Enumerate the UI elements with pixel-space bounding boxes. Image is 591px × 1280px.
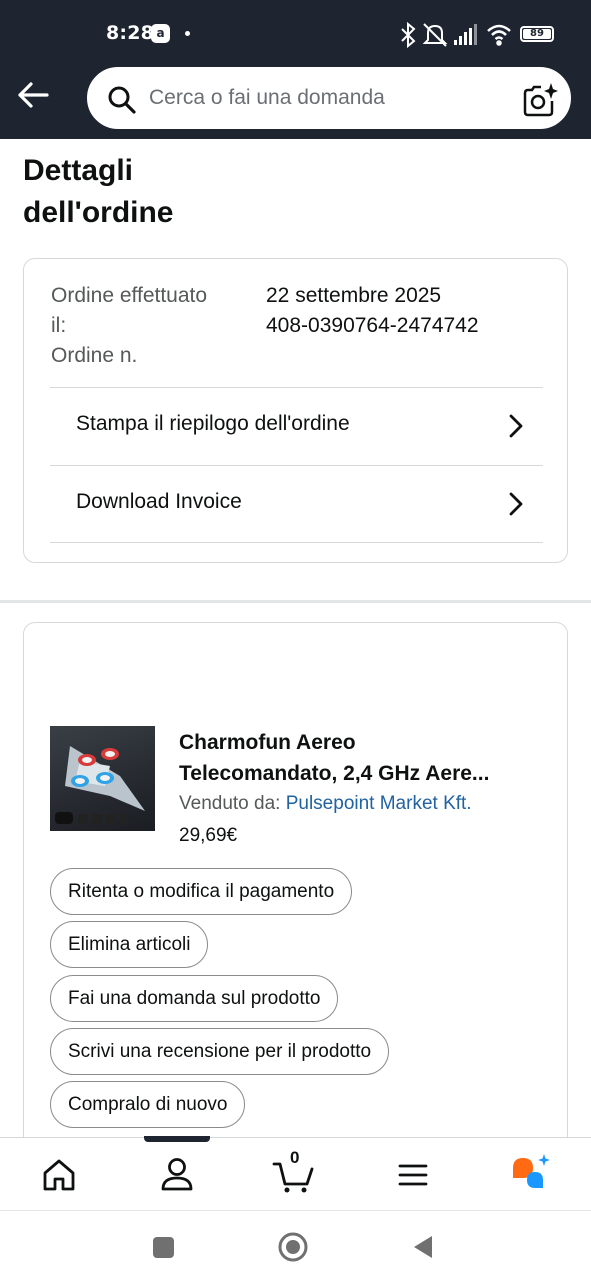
active-tab-indicator	[144, 1136, 210, 1142]
order-number-label: Ordine n.	[51, 344, 138, 367]
bluetooth-icon	[401, 22, 416, 48]
notification-app-icon: a	[151, 24, 170, 43]
search-input[interactable]: Cerca o fai una domanda	[149, 86, 385, 110]
print-summary-label: Stampa il riepilogo dell'ordine	[76, 412, 350, 435]
recents-icon[interactable]	[147, 1231, 179, 1263]
search-bar[interactable]: Cerca o fai una domanda	[85, 65, 573, 131]
product-title-line1: Charmofun Aereo	[179, 731, 356, 754]
product-image[interactable]	[50, 726, 155, 831]
search-icon	[108, 86, 136, 114]
order-labels: Ordine effettuato il: Ordine n.	[51, 281, 221, 371]
back-system-icon[interactable]	[408, 1231, 440, 1263]
app-header: 8:28 a 89 Cerca o fai una domanda	[0, 0, 591, 139]
order-date-label: Ordine effettuato il:	[51, 284, 208, 337]
chevron-right-icon	[509, 414, 523, 438]
home-system-icon[interactable]	[277, 1231, 309, 1263]
seller-link[interactable]: Pulsepoint Market Kft.	[286, 793, 472, 814]
retry-payment-button[interactable]: Ritenta o modifica il pagamento	[50, 868, 353, 915]
system-navigation-bar	[0, 1210, 591, 1280]
section-divider	[0, 600, 591, 603]
order-values: 22 settembre 2025 408-0390764-2474742	[266, 281, 479, 341]
cart-count: 0	[290, 1148, 300, 1167]
print-summary-link[interactable]: Stampa il riepilogo dell'ordine	[50, 388, 543, 464]
buy-again-button[interactable]: Compralo di nuovo	[50, 1081, 246, 1128]
status-time: 8:28	[106, 22, 155, 44]
account-icon[interactable]	[154, 1152, 200, 1198]
wifi-icon	[487, 24, 511, 46]
product-title[interactable]: Charmofun Aereo Telecomandato, 2,4 GHz A…	[179, 727, 554, 789]
order-summary-card: Ordine effettuato il: Ordine n. 22 sette…	[23, 258, 568, 563]
product-card: Charmofun Aereo Telecomandato, 2,4 GHz A…	[23, 622, 568, 1182]
signal-icon	[454, 24, 477, 45]
menu-icon[interactable]	[390, 1152, 436, 1198]
camera-sparkle-icon[interactable]	[521, 81, 559, 119]
order-date-value: 22 settembre 2025	[266, 284, 442, 307]
product-price: 29,69€	[179, 825, 238, 846]
home-icon[interactable]	[36, 1152, 82, 1198]
bottom-nav: 0	[0, 1136, 591, 1209]
rufus-assistant-icon[interactable]	[507, 1152, 553, 1198]
delete-items-button[interactable]: Elimina articoli	[50, 921, 209, 968]
page-title: Dettagli dell'ordine	[23, 154, 174, 229]
download-invoice-link[interactable]: Download Invoice	[50, 466, 543, 542]
product-title-line2: Telecomandato, 2,4 GHz Aere...	[179, 762, 490, 785]
chevron-right-icon	[509, 492, 523, 516]
write-review-button[interactable]: Scrivi una recensione per il prodotto	[50, 1028, 390, 1075]
battery-icon: 89	[520, 26, 554, 42]
back-arrow-icon[interactable]	[14, 76, 52, 114]
divider	[50, 542, 543, 543]
bell-off-icon	[422, 23, 448, 47]
cart-button[interactable]: 0	[271, 1148, 317, 1198]
notification-dot-icon	[185, 31, 190, 36]
ask-question-button[interactable]: Fai una domanda sul prodotto	[50, 975, 339, 1022]
sold-by-label: Venduto da:	[179, 793, 286, 814]
sold-by: Venduto da: Pulsepoint Market Kft.	[179, 793, 472, 815]
download-invoice-label: Download Invoice	[76, 490, 242, 513]
order-number-value: 408-0390764-2474742	[266, 314, 479, 337]
rc-plane-image	[55, 746, 145, 824]
